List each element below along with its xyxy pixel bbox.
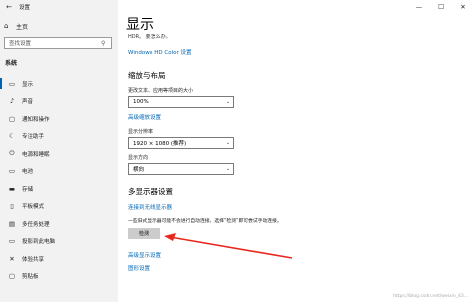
annotation-arrow (164, 233, 293, 259)
arrow-head (164, 233, 176, 241)
arrow-shaft (169, 236, 293, 259)
